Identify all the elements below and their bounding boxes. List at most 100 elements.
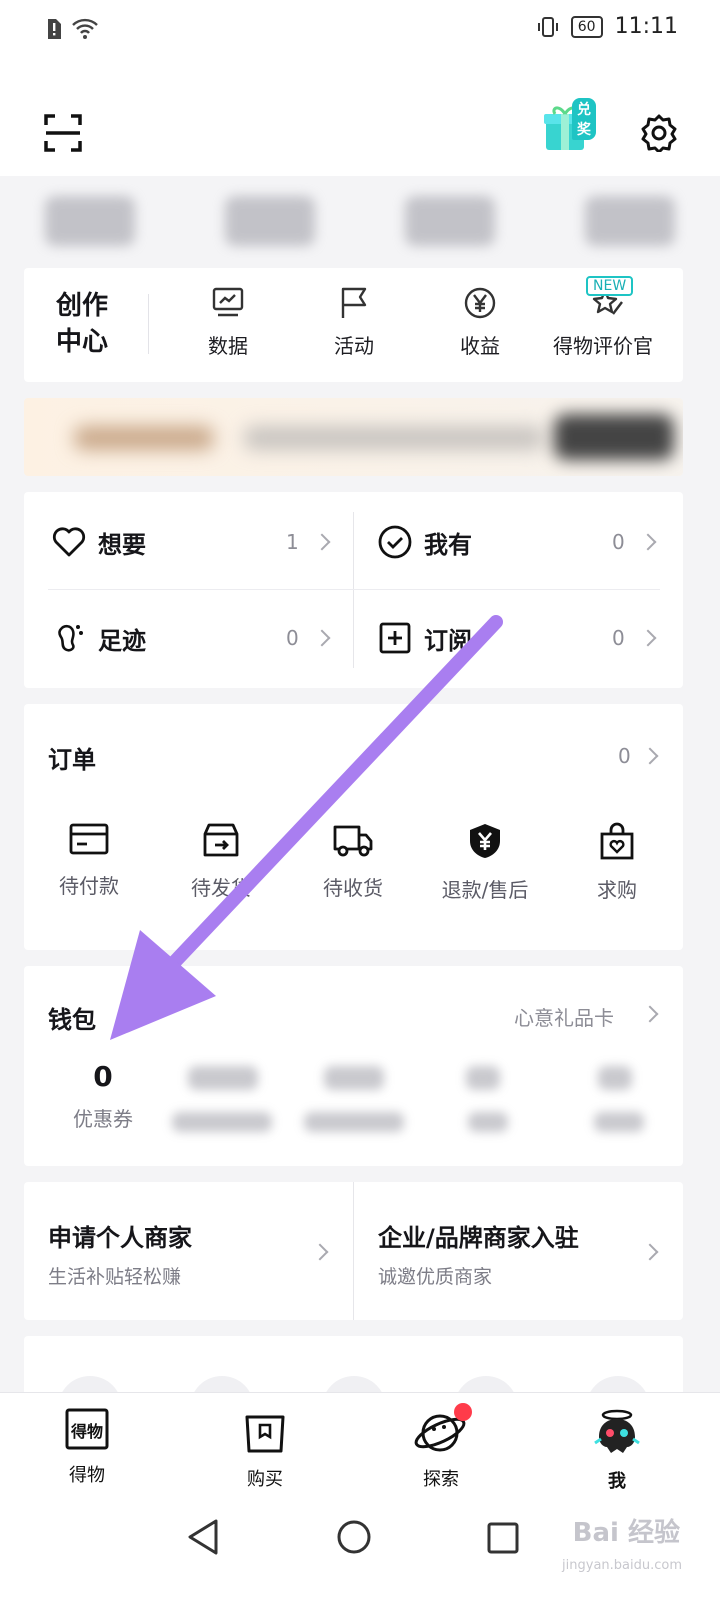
clock: 11:11 <box>614 14 678 39</box>
order-pending-payment[interactable]: 待付款 <box>24 822 154 899</box>
want-label: 想要 <box>98 530 146 559</box>
gift-card-link[interactable]: 心意礼品卡 <box>514 1002 614 1031</box>
blurred-wallet-label <box>594 1112 644 1132</box>
redeem-badge: 兑奖 <box>572 98 596 140</box>
blurred-wallet-value <box>324 1066 384 1090</box>
order-pending-shipment[interactable]: 待发货 <box>156 822 286 901</box>
avatar-icon <box>594 1409 640 1453</box>
merchant-card: 申请个人商家 生活补贴轻松赚 企业/品牌商家入驻 诚邀优质商家 <box>24 1182 683 1320</box>
creator-item-earnings[interactable]: 收益 <box>420 286 540 359</box>
profile-stats-blurred <box>0 176 720 266</box>
gift-redeem-button[interactable]: 兑奖 <box>542 98 596 156</box>
want-item[interactable]: 想要 1 <box>52 494 352 590</box>
orders-card: 订单 0 待付款 待发货 待收货 退款/售后 求购 <box>24 704 683 950</box>
back-icon[interactable] <box>186 1517 220 1557</box>
svg-text:得物: 得物 <box>70 1422 103 1441</box>
chevron-right-icon[interactable] <box>641 747 659 765</box>
creator-item-label: 数据 <box>208 334 248 358</box>
heart-icon <box>52 527 86 557</box>
creator-item-label: 活动 <box>334 334 374 358</box>
tab-label: 得物 <box>69 1465 105 1486</box>
subscribe-label: 订阅 <box>424 626 472 655</box>
bag-heart-icon <box>600 822 634 860</box>
blurred-wallet-label <box>468 1112 508 1132</box>
order-want-to-buy[interactable]: 求购 <box>552 822 682 903</box>
battery-indicator: 60 <box>570 15 603 38</box>
brand-merchant-join[interactable]: 企业/品牌商家入驻 诚邀优质商家 <box>354 1182 683 1320</box>
chevron-right-icon <box>639 533 657 551</box>
flag-icon <box>341 287 367 318</box>
wallet-card: 钱包 心意礼品卡 0 优惠券 <box>24 966 683 1166</box>
creator-item-label: 收益 <box>460 334 500 358</box>
wallet-title: 钱包 <box>48 1006 96 1034</box>
subscribe-item[interactable]: 订阅 0 <box>378 590 678 686</box>
footprint-icon <box>58 624 83 652</box>
brand-merchant-subtitle: 诚邀优质商家 <box>378 1266 493 1288</box>
notification-dot <box>454 1403 472 1421</box>
footprint-label: 足迹 <box>98 626 146 655</box>
coupon-label: 优惠券 <box>73 1107 133 1131</box>
own-count: 0 <box>612 530 625 554</box>
tab-label: 探索 <box>423 1469 459 1490</box>
creator-center-title: 创作中心 <box>56 291 109 357</box>
tab-label: 购买 <box>247 1469 283 1490</box>
tab-buy[interactable]: 购买 <box>210 1407 320 1491</box>
brand-merchant-title: 企业/品牌商家入驻 <box>378 1224 579 1252</box>
watermark-url: jingyan.baidu.com <box>562 1558 682 1573</box>
want-count: 1 <box>286 530 299 554</box>
subscribe-count: 0 <box>612 626 625 650</box>
wifi-icon <box>72 18 98 39</box>
sim-alert-icon <box>48 19 61 39</box>
blurred-wallet-value <box>466 1066 500 1090</box>
blurred-stat <box>585 196 675 246</box>
order-item-label: 待付款 <box>59 874 119 898</box>
coupon-item[interactable]: 0 优惠券 <box>48 1060 158 1132</box>
check-circle-icon <box>378 525 412 559</box>
top-bar: 兑奖 <box>0 60 720 176</box>
card-icon <box>69 823 109 855</box>
creator-item-data[interactable]: 数据 <box>168 286 288 359</box>
plus-square-icon <box>379 622 411 654</box>
yuan-icon <box>464 287 496 319</box>
chevron-right-icon <box>311 1243 329 1261</box>
creator-item-activity[interactable]: 活动 <box>294 286 414 359</box>
blurred-stat <box>405 196 495 246</box>
watermark-logo: Bai 经验 <box>572 1518 680 1548</box>
recents-icon[interactable] <box>486 1521 520 1555</box>
tab-dewu[interactable]: 得物 得物 <box>32 1407 142 1487</box>
home-icon[interactable] <box>336 1519 372 1555</box>
orders-title: 订单 <box>48 746 96 774</box>
order-refund[interactable]: 退款/售后 <box>420 822 550 903</box>
box-icon <box>203 823 239 857</box>
order-item-label: 待收货 <box>323 876 383 900</box>
shopping-bag-icon <box>245 1415 285 1453</box>
personal-merchant-title: 申请个人商家 <box>48 1224 192 1252</box>
blurred-stat <box>225 196 315 246</box>
divider <box>353 512 354 668</box>
promo-banner-blurred[interactable] <box>24 398 683 476</box>
footprint-count: 0 <box>286 626 299 650</box>
tab-explore[interactable]: 探索 <box>386 1403 496 1491</box>
own-label: 我有 <box>424 530 472 559</box>
order-pending-receipt[interactable]: 待收货 <box>288 822 418 901</box>
own-item[interactable]: 我有 0 <box>378 494 678 590</box>
chevron-right-icon[interactable] <box>641 1005 659 1023</box>
chevron-right-icon <box>641 1243 659 1261</box>
new-badge: NEW <box>586 276 634 296</box>
chevron-right-icon <box>313 533 331 551</box>
vibrate-icon <box>537 16 558 37</box>
blurred-wallet-label <box>304 1112 404 1132</box>
creator-center-card: 创作中心 数据 活动 收益 得物评价官 <box>24 268 683 382</box>
gear-icon[interactable] <box>640 114 678 152</box>
apply-personal-merchant[interactable]: 申请个人商家 生活补贴轻松赚 <box>24 1182 353 1320</box>
footprint-item[interactable]: 足迹 0 <box>52 590 352 686</box>
scan-icon[interactable] <box>44 114 82 152</box>
chevron-right-icon <box>639 629 657 647</box>
tab-label: 我 <box>608 1471 626 1492</box>
divider <box>148 294 149 354</box>
blurred-wallet-value <box>188 1066 258 1090</box>
personal-merchant-subtitle: 生活补贴轻松赚 <box>48 1266 182 1288</box>
blurred-wallet-value <box>598 1066 632 1090</box>
tab-me[interactable]: 我 <box>562 1407 672 1493</box>
creator-item-reviewer[interactable]: 得物评价官 <box>548 286 668 359</box>
